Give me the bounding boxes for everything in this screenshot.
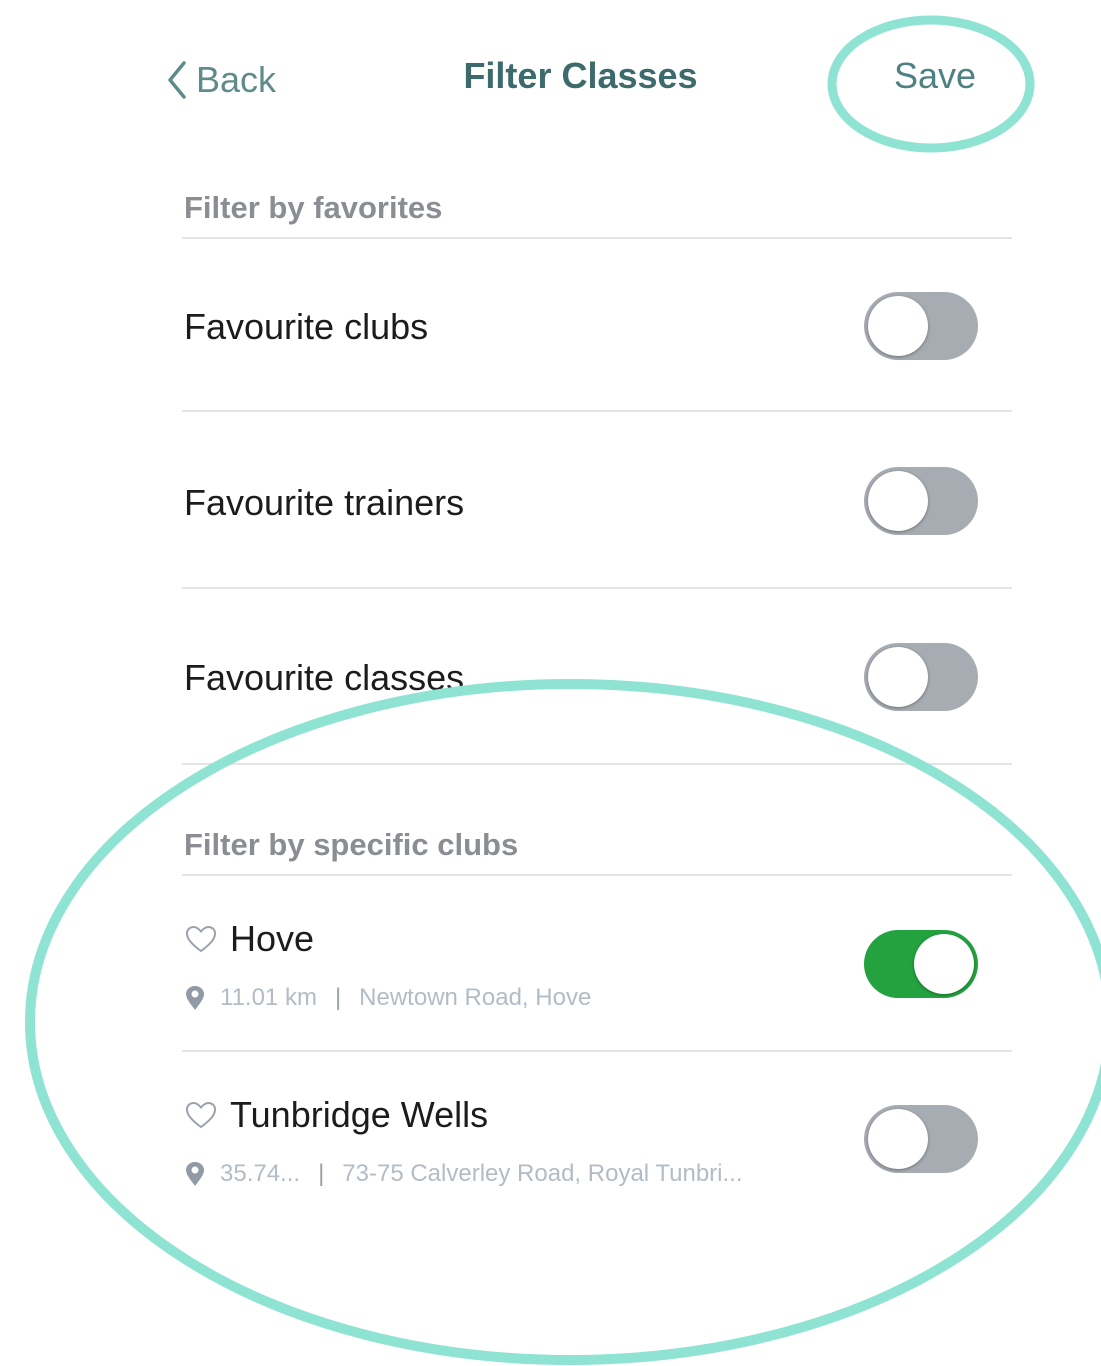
favourite-clubs-toggle[interactable] <box>864 292 978 360</box>
toggle-knob <box>868 647 928 707</box>
favourite-clubs-label: Favourite clubs <box>184 306 429 347</box>
favourite-trainers-toggle[interactable] <box>864 467 978 535</box>
club-address: 73-75 Calverley Road, Royal Tunbri... <box>342 1160 743 1187</box>
divider <box>182 874 1012 876</box>
heart-outline-icon[interactable] <box>184 1100 218 1130</box>
club-distance: 11.01 km <box>220 984 317 1011</box>
club-name-hove: Hove <box>230 918 315 959</box>
save-button[interactable]: Save <box>880 55 990 97</box>
toggle-knob <box>868 296 928 356</box>
map-pin-icon <box>186 1162 204 1186</box>
divider <box>182 1050 1012 1052</box>
divider <box>182 237 1012 239</box>
map-pin-icon <box>186 986 204 1010</box>
separator: | <box>318 1160 325 1187</box>
section-header-favorites: Filter by favorites <box>184 190 443 225</box>
toggle-knob <box>914 934 974 994</box>
favourite-classes-label: Favourite classes <box>184 657 465 698</box>
separator: | <box>334 984 342 1011</box>
club-address: Newtown Road, Hove <box>359 984 592 1011</box>
navigation-bar: Back Filter Classes Save <box>0 0 1101 160</box>
heart-outline-icon[interactable] <box>184 924 218 954</box>
divider <box>182 763 1012 765</box>
club-details-hove: 11.01 km | Newtown Road, Hove <box>184 984 591 1012</box>
club-name-tunbridge-wells: Tunbridge Wells <box>230 1094 489 1135</box>
favourite-trainers-label: Favourite trainers <box>184 482 465 523</box>
club-distance: 35.74... <box>220 1160 301 1187</box>
toggle-knob <box>868 1109 928 1169</box>
divider <box>182 410 1012 412</box>
club-item-hove: Hove <box>184 918 314 960</box>
toggle-knob <box>868 471 928 531</box>
hove-toggle[interactable] <box>864 930 978 998</box>
divider <box>182 587 1012 589</box>
favourite-classes-toggle[interactable] <box>864 643 978 711</box>
club-details-tunbridge-wells: 35.74... | 73-75 Calverley Road, Royal T… <box>184 1160 743 1188</box>
club-item-tunbridge-wells: Tunbridge Wells <box>184 1094 488 1136</box>
section-header-clubs: Filter by specific clubs <box>184 827 519 862</box>
clubs-highlight-ellipse <box>25 679 1101 1365</box>
tunbridge-wells-toggle[interactable] <box>864 1105 978 1173</box>
